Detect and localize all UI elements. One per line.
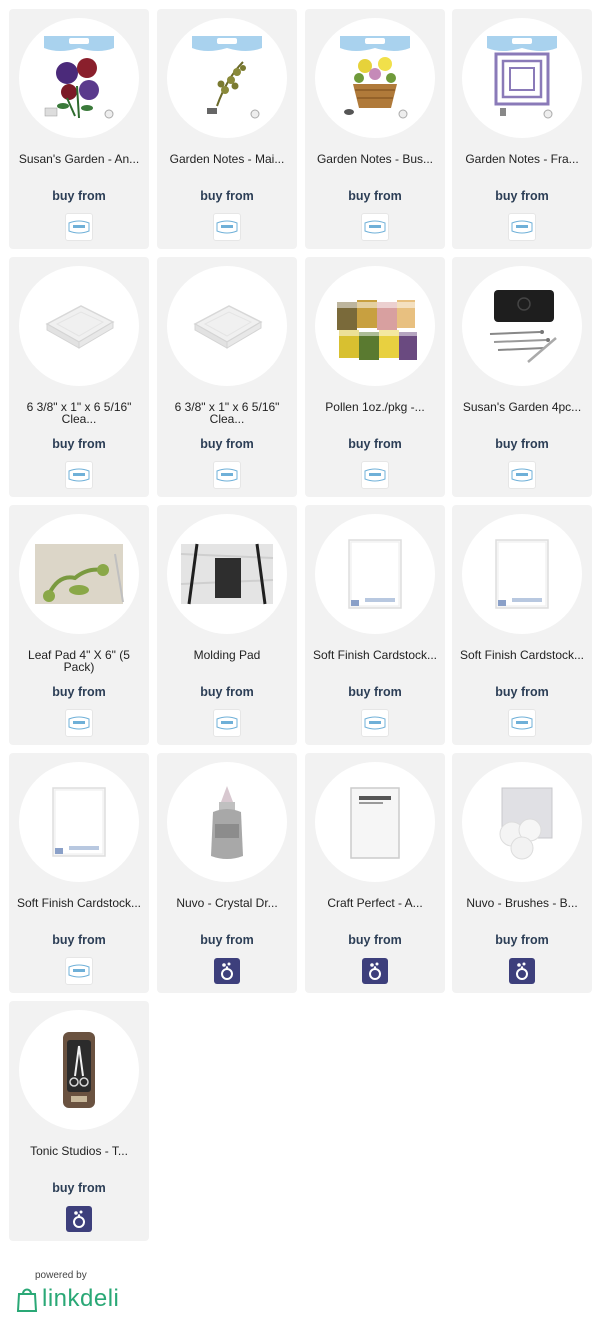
- elizabeth-craft-logo[interactable]: [508, 709, 536, 737]
- buy-from-link[interactable]: buy from: [305, 189, 445, 203]
- buy-from-link[interactable]: buy from: [157, 437, 297, 451]
- scrapbook-store-logo[interactable]: [508, 957, 536, 985]
- linkdeli-brand-text: linkdeli: [42, 1285, 120, 1312]
- pansy-die-image[interactable]: [19, 18, 139, 138]
- product-card[interactable]: Garden Notes - Mai... buy from: [157, 9, 297, 249]
- elizabeth-craft-logo[interactable]: [361, 461, 389, 489]
- product-title: Garden Notes - Bus...: [316, 153, 434, 166]
- elizabeth-craft-logo[interactable]: [213, 213, 241, 241]
- product-title: Soft Finish Cardstock...: [16, 897, 142, 910]
- product-title: 6 3/8" x 1" x 6 5/16" Clea...: [174, 401, 280, 426]
- craft-perfect-pack-image[interactable]: [315, 762, 435, 882]
- tool-set-image[interactable]: [462, 266, 582, 386]
- crystal-drops-bottle-image[interactable]: [167, 762, 287, 882]
- buy-from-link[interactable]: buy from: [157, 685, 297, 699]
- buy-from-link[interactable]: buy from: [452, 189, 592, 203]
- product-title: Molding Pad: [193, 649, 261, 662]
- basket-die-image[interactable]: [315, 18, 435, 138]
- clear-block-image[interactable]: [19, 266, 139, 386]
- product-card[interactable]: Nuvo - Crystal Dr... buy from: [157, 753, 297, 993]
- product-title: Soft Finish Cardstock...: [312, 649, 438, 662]
- product-card[interactable]: Molding Pad buy from: [157, 505, 297, 745]
- product-title: Craft Perfect - A...: [327, 897, 423, 910]
- elizabeth-craft-logo[interactable]: [213, 709, 241, 737]
- frame-die-image[interactable]: [462, 18, 582, 138]
- cardstock-pack-image[interactable]: [462, 514, 582, 634]
- buy-from-link[interactable]: buy from: [157, 933, 297, 947]
- product-title: Soft Finish Cardstock...: [459, 649, 585, 662]
- product-card[interactable]: Soft Finish Cardstock... buy from: [9, 753, 149, 993]
- footer: powered by linkdeli: [0, 1260, 600, 1321]
- buy-from-link[interactable]: buy from: [9, 933, 149, 947]
- shopping-bag-icon: [16, 1288, 38, 1312]
- product-card[interactable]: Nuvo - Brushes - B... buy from: [452, 753, 592, 993]
- scrapbook-store-logo[interactable]: [65, 1205, 93, 1233]
- elizabeth-craft-logo[interactable]: [65, 461, 93, 489]
- product-card[interactable]: 6 3/8" x 1" x 6 5/16" Clea... buy from: [157, 257, 297, 497]
- cardstock-pack-image[interactable]: [315, 514, 435, 634]
- product-card[interactable]: Soft Finish Cardstock... buy from: [452, 505, 592, 745]
- elizabeth-craft-logo[interactable]: [508, 461, 536, 489]
- buy-from-link[interactable]: buy from: [452, 685, 592, 699]
- fern-die-image[interactable]: [167, 18, 287, 138]
- elizabeth-craft-logo[interactable]: [361, 213, 389, 241]
- product-card[interactable]: Garden Notes - Bus... buy from: [305, 9, 445, 249]
- elizabeth-craft-logo[interactable]: [65, 957, 93, 985]
- product-title: Susan's Garden 4pc...: [462, 401, 582, 414]
- buy-from-link[interactable]: buy from: [452, 933, 592, 947]
- product-card[interactable]: Leaf Pad 4" X 6" (5 Pack) buy from: [9, 505, 149, 745]
- buy-from-link[interactable]: buy from: [452, 437, 592, 451]
- product-title: Leaf Pad 4" X 6" (5 Pack): [28, 649, 130, 674]
- product-grid: Susan's Garden - An... buy from Garden No…: [0, 0, 600, 1250]
- product-title: Garden Notes - Fra...: [465, 153, 579, 166]
- scrapbook-store-logo[interactable]: [213, 957, 241, 985]
- molding-pad-photo[interactable]: [167, 514, 287, 634]
- product-card[interactable]: Craft Perfect - A... buy from: [305, 753, 445, 993]
- elizabeth-craft-logo[interactable]: [361, 709, 389, 737]
- buy-from-link[interactable]: buy from: [9, 437, 149, 451]
- product-title: Nuvo - Crystal Dr...: [176, 897, 278, 910]
- buy-from-link[interactable]: buy from: [157, 189, 297, 203]
- blending-brushes-image[interactable]: [462, 762, 582, 882]
- cardstock-pack-image[interactable]: [19, 762, 139, 882]
- buy-from-link[interactable]: buy from: [305, 437, 445, 451]
- product-title: Susan's Garden - An...: [18, 153, 140, 166]
- buy-from-link[interactable]: buy from: [305, 933, 445, 947]
- product-title: Pollen 1oz./pkg -...: [325, 401, 425, 414]
- product-title: 6 3/8" x 1" x 6 5/16" Clea...: [26, 401, 132, 426]
- buy-from-link[interactable]: buy from: [9, 1181, 149, 1195]
- elizabeth-craft-logo[interactable]: [213, 461, 241, 489]
- scrapbook-store-logo[interactable]: [361, 957, 389, 985]
- linkdeli-logo[interactable]: linkdeli: [16, 1284, 119, 1314]
- product-title: Nuvo - Brushes - B...: [466, 897, 578, 910]
- product-card[interactable]: Tonic Studios - T... buy from: [9, 1001, 149, 1241]
- product-card[interactable]: Soft Finish Cardstock... buy from: [305, 505, 445, 745]
- product-card[interactable]: Susan's Garden - An... buy from: [9, 9, 149, 249]
- product-title: Garden Notes - Mai...: [169, 153, 285, 166]
- clear-block-image[interactable]: [167, 266, 287, 386]
- pollen-packs-image[interactable]: [315, 266, 435, 386]
- product-title: Tonic Studios - T...: [30, 1145, 128, 1158]
- buy-from-link[interactable]: buy from: [9, 685, 149, 699]
- elizabeth-craft-logo[interactable]: [65, 213, 93, 241]
- elizabeth-craft-logo[interactable]: [508, 213, 536, 241]
- product-card[interactable]: Pollen 1oz./pkg -... buy from: [305, 257, 445, 497]
- leaf-pad-photo[interactable]: [19, 514, 139, 634]
- elizabeth-craft-logo[interactable]: [65, 709, 93, 737]
- product-card[interactable]: 6 3/8" x 1" x 6 5/16" Clea... buy from: [9, 257, 149, 497]
- product-card[interactable]: Susan's Garden 4pc... buy from: [452, 257, 592, 497]
- powered-by-label: powered by: [35, 1270, 87, 1281]
- buy-from-link[interactable]: buy from: [9, 189, 149, 203]
- product-card[interactable]: Garden Notes - Fra... buy from: [452, 9, 592, 249]
- buy-from-link[interactable]: buy from: [305, 685, 445, 699]
- scissors-pack-image[interactable]: [19, 1010, 139, 1130]
